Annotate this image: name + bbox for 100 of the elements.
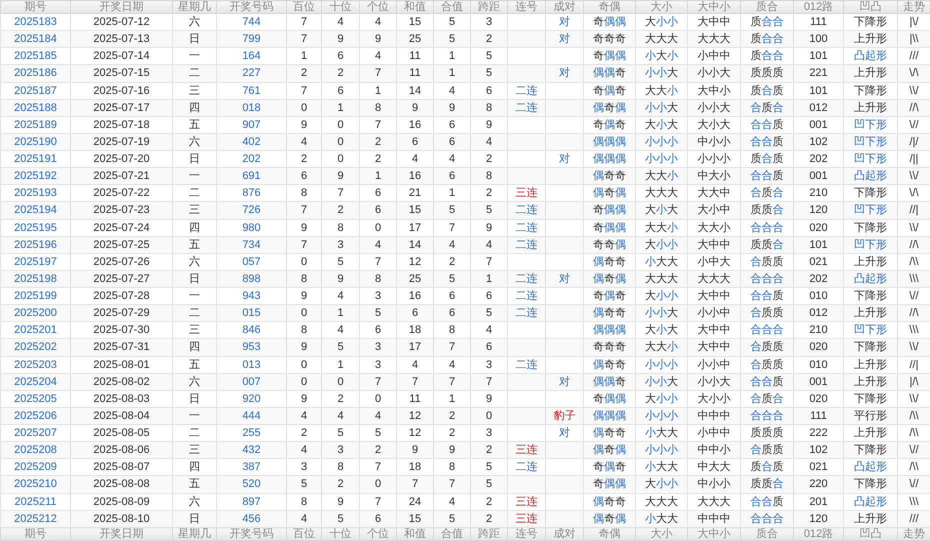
table-cell: 012 xyxy=(794,99,844,116)
column-header: 百位 xyxy=(286,0,322,14)
column-header: 个位 xyxy=(360,528,396,540)
table-cell: 大小小 xyxy=(636,476,688,493)
table-cell: 下降形 xyxy=(844,390,898,408)
table-cell: 0 xyxy=(286,373,322,390)
table-cell: 奇奇奇 xyxy=(584,338,636,356)
table-cell: 二连 xyxy=(508,99,546,116)
table-cell: 6 xyxy=(470,338,508,356)
table-cell: 合质质 xyxy=(740,338,794,356)
column-header: 星期几 xyxy=(172,0,216,14)
table-cell: 1 xyxy=(434,390,470,408)
table-cell: 2 xyxy=(434,253,470,270)
column-header: 大中小 xyxy=(688,0,740,14)
table-cell: 2025-08-08 xyxy=(70,476,172,493)
column-header: 期号 xyxy=(0,0,70,14)
table-cell: 2025-08-09 xyxy=(70,493,172,510)
table-cell: 2025-07-17 xyxy=(70,99,172,116)
table-cell: 上升形 xyxy=(844,99,898,116)
table-cell: 大中小 xyxy=(688,82,740,100)
table-cell: 偶偶奇 xyxy=(584,373,636,390)
table-cell: 奇偶奇 xyxy=(584,82,636,100)
table-cell: 合质质 xyxy=(740,253,794,270)
table-cell: 9 xyxy=(286,219,322,236)
table-cell: 六 xyxy=(172,373,216,390)
table-cell: 3 xyxy=(322,236,360,254)
column-header: 十位 xyxy=(322,528,360,540)
table-cell: 4 xyxy=(434,82,470,100)
table-cell: 9 xyxy=(396,99,434,116)
column-header: 十位 xyxy=(322,0,360,14)
table-cell: 小小中 xyxy=(688,356,740,374)
table-cell: 7 xyxy=(360,116,396,134)
table-cell: 小小大 xyxy=(636,64,688,82)
table-cell: 14 xyxy=(396,236,434,254)
table-cell: 7 xyxy=(470,253,508,270)
table-cell: 2 xyxy=(322,476,360,493)
table-cell: 大小大 xyxy=(636,202,688,219)
table-cell: 761 xyxy=(216,82,286,100)
column-header: 开奖日期 xyxy=(70,528,172,540)
column-header: 大中小 xyxy=(688,528,740,540)
table-cell: 8 xyxy=(470,99,508,116)
table-cell: 4 xyxy=(434,356,470,374)
table-cell: 980 xyxy=(216,219,286,236)
table-cell: 合合合 xyxy=(740,219,794,236)
column-header: 个位 xyxy=(360,0,396,14)
table-cell: 7 xyxy=(396,373,434,390)
table-cell: 合合质 xyxy=(740,493,794,510)
table-cell: 9 xyxy=(322,493,360,510)
table-cell: 五 xyxy=(172,116,216,134)
table-cell: 1 xyxy=(360,82,396,100)
table-cell: 8 xyxy=(322,219,360,236)
table-cell: 对 xyxy=(546,64,584,82)
column-header: 和值 xyxy=(396,528,434,540)
table-cell: 1 xyxy=(322,99,360,116)
table-cell: 1 xyxy=(434,64,470,82)
column-header: 成对 xyxy=(546,0,584,14)
table-cell: 6 xyxy=(322,82,360,100)
table-cell: 大大小 xyxy=(636,82,688,100)
table-cell: 奇偶偶 xyxy=(584,390,636,408)
table-cell: 734 xyxy=(216,236,286,254)
table-cell: 5 xyxy=(470,64,508,82)
table-cell: 2025-07-16 xyxy=(70,82,172,100)
table-cell: 001 xyxy=(794,116,844,134)
table-cell: 奇奇偶 xyxy=(584,236,636,254)
column-header: 合值 xyxy=(434,528,470,540)
table-cell: 7 xyxy=(286,82,322,100)
table-cell: 2025-07-18 xyxy=(70,116,172,134)
table-cell: 020 xyxy=(794,338,844,356)
table-cell: 小大大 xyxy=(636,253,688,270)
column-header: 012路 xyxy=(794,0,844,14)
table-cell: 4 xyxy=(434,493,470,510)
table-cell: 大大大 xyxy=(688,493,740,510)
table-cell: 5 xyxy=(322,253,360,270)
table-cell: 上升形 xyxy=(844,356,898,374)
table-cell: 7 xyxy=(360,64,396,82)
table-cell: 7 xyxy=(360,493,396,510)
table-cell: 9 xyxy=(286,116,322,134)
table-cell: 六 xyxy=(172,253,216,270)
table-cell: 0 xyxy=(322,116,360,134)
table-cell: 9 xyxy=(470,219,508,236)
table-cell: 合合质 xyxy=(740,116,794,134)
table-cell: 小小大 xyxy=(688,373,740,390)
table-cell: 013 xyxy=(216,356,286,374)
table-cell: 上升形 xyxy=(844,64,898,82)
table-cell: 2025-08-02 xyxy=(70,373,172,390)
table-cell: 9 xyxy=(286,390,322,408)
column-header: 成对 xyxy=(546,528,584,540)
table-cell: 大大小 xyxy=(636,338,688,356)
table-cell: 001 xyxy=(794,373,844,390)
table-cell: 14 xyxy=(396,82,434,100)
table-cell: 7 xyxy=(470,373,508,390)
table-cell: 2025-07-24 xyxy=(70,219,172,236)
column-header: 跨距 xyxy=(470,0,508,14)
column-header: 和值 xyxy=(396,0,434,14)
table-cell: 020 xyxy=(794,390,844,408)
table-cell: 120 xyxy=(794,202,844,219)
table-cell: 9 xyxy=(470,116,508,134)
table-cell: 101 xyxy=(794,82,844,100)
table-cell: 021 xyxy=(794,253,844,270)
table-cell: 上升形 xyxy=(844,253,898,270)
